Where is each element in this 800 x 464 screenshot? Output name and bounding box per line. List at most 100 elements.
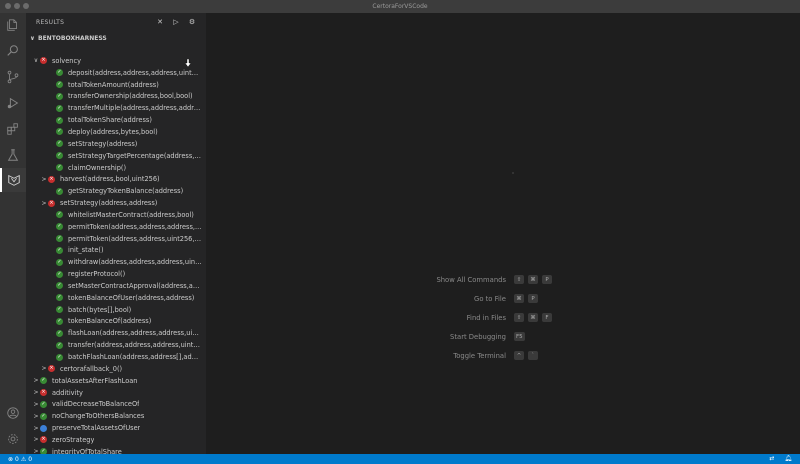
- tree-item[interactable]: > preserveTotalAssetsOfUser: [26, 422, 202, 434]
- tree-item[interactable]: > ✓ noChangeToOthersBalances: [26, 410, 202, 422]
- chevron-right-icon[interactable]: >: [32, 377, 40, 384]
- clear-results-icon[interactable]: ✕: [156, 18, 164, 26]
- chevron-right-icon[interactable]: >: [32, 425, 40, 432]
- tree-item[interactable]: ✓ totalTokenShare(address): [26, 114, 202, 126]
- tree-item[interactable]: ✓ deposit(address,address,address,uint2..…: [26, 67, 202, 79]
- tree-item[interactable]: ✓ claimOwnership(): [26, 162, 202, 174]
- tree-item-label: init_state(): [68, 246, 104, 255]
- check-icon: ✓: [56, 270, 63, 278]
- tree-item-label: permitToken(address,address,address,...: [68, 222, 202, 231]
- tree-item[interactable]: > × additivity: [26, 387, 202, 399]
- section-header[interactable]: ∨ BENTOBOXHARNESS: [26, 32, 206, 44]
- tree-item[interactable]: ✓ permitToken(address,address,uint256,u..…: [26, 233, 202, 245]
- window-controls[interactable]: [5, 3, 29, 9]
- explorer-icon[interactable]: [0, 13, 26, 37]
- close-window-button[interactable]: [5, 3, 11, 9]
- check-icon: ✓: [56, 353, 63, 361]
- error-count: 0: [15, 455, 19, 463]
- shortcut-command: Toggle Terminal: [453, 351, 506, 360]
- section-title: BENTOBOXHARNESS: [38, 34, 107, 42]
- tree-item-label: flashLoan(address,address,address,uin...: [68, 329, 202, 338]
- chevron-right-icon[interactable]: >: [40, 365, 48, 372]
- check-icon: ✓: [56, 140, 63, 148]
- tree-item[interactable]: > × harvest(address,bool,uint256): [26, 173, 202, 185]
- settings-gear-icon[interactable]: [0, 427, 26, 451]
- tree-item[interactable]: ✓ setStrategy(address): [26, 138, 202, 150]
- tree-item-label: permitToken(address,address,uint256,u...: [68, 234, 202, 243]
- extensions-icon[interactable]: [0, 117, 26, 141]
- tree-item[interactable]: ✓ batchFlashLoan(address,address[],add...: [26, 351, 202, 363]
- chevron-down-icon: ∨: [30, 34, 35, 42]
- tree-item[interactable]: ∨ × solvency: [26, 55, 202, 67]
- chevron-right-icon[interactable]: >: [32, 436, 40, 443]
- settings-icon[interactable]: ⚙: [188, 18, 196, 26]
- check-icon: ✓: [56, 329, 63, 337]
- chevron-right-icon[interactable]: >: [40, 176, 48, 183]
- search-icon[interactable]: [0, 39, 26, 63]
- keycap: ^: [514, 351, 524, 360]
- tree-item-label: additivity: [52, 388, 83, 397]
- check-icon: ✓: [56, 152, 63, 160]
- results-tree: ∨ × solvency ✓ deposit(address,address,addre…: [26, 55, 202, 464]
- tree-item[interactable]: > ✓ validDecreaseToBalanceOf: [26, 398, 202, 410]
- tree-item-label: harvest(address,bool,uint256): [60, 175, 160, 184]
- check-icon: ✓: [56, 211, 63, 219]
- editor-watermark: [512, 172, 514, 174]
- tree-item[interactable]: ✓ init_state(): [26, 245, 202, 257]
- maximize-window-button[interactable]: [23, 3, 29, 9]
- tree-item[interactable]: ✓ batch(bytes[],bool): [26, 304, 202, 316]
- tree-item-label: tokenBalanceOf(address): [68, 317, 152, 326]
- tree-item[interactable]: ✓ transferMultiple(address,address,addre.…: [26, 102, 202, 114]
- testing-icon[interactable]: [0, 143, 26, 167]
- error-icon: ×: [48, 199, 55, 207]
- check-icon: ✓: [56, 187, 63, 195]
- tree-item[interactable]: ✓ withdraw(address,address,address,uint..…: [26, 256, 202, 268]
- tree-item[interactable]: ✓ permitToken(address,address,address,...: [26, 221, 202, 233]
- check-icon: ✓: [56, 258, 63, 266]
- shortcut-command: Start Debugging: [450, 332, 506, 341]
- tree-item[interactable]: ✓ deploy(address,bytes,bool): [26, 126, 202, 138]
- warning-icon: ⚠: [20, 455, 27, 463]
- tree-item-label: tokenBalanceOfUser(address,address): [68, 293, 195, 302]
- shortcut-hints: Show All Commands ⇧ ⌘ P Go to File ⌘ P Find in …: [406, 270, 606, 365]
- tree-item[interactable]: ✓ transferOwnership(address,bool,bool): [26, 91, 202, 103]
- tree-item[interactable]: ✓ transfer(address,address,address,uint2.…: [26, 339, 202, 351]
- chevron-right-icon[interactable]: >: [40, 200, 48, 207]
- tree-item[interactable]: ✓ setStrategyTargetPercentage(address,u..…: [26, 150, 202, 162]
- chevron-right-icon[interactable]: >: [32, 401, 40, 408]
- tree-item[interactable]: ✓ totalTokenAmount(address): [26, 79, 202, 91]
- tree-item[interactable]: ✓ registerProtocol(): [26, 268, 202, 280]
- run-icon[interactable]: ▷: [172, 18, 180, 26]
- tree-item[interactable]: > × certorafallback_0(): [26, 363, 202, 375]
- notifications-bell-icon[interactable]: 🔔︎: [784, 455, 792, 462]
- tree-item[interactable]: > × setStrategy(address,address): [26, 197, 202, 209]
- chevron-right-icon[interactable]: >: [32, 413, 40, 420]
- tree-item-label: transferOwnership(address,bool,bool): [68, 92, 193, 101]
- tree-item-label: registerProtocol(): [68, 270, 126, 279]
- error-icon: ×: [48, 365, 55, 373]
- tree-item-label: zeroStrategy: [52, 435, 95, 444]
- tree-item[interactable]: > ✓ totalAssetsAfterFlashLoan: [26, 375, 202, 387]
- minimize-window-button[interactable]: [14, 3, 20, 9]
- certora-icon[interactable]: [0, 168, 26, 192]
- tree-item[interactable]: ✓ tokenBalanceOf(address): [26, 316, 202, 328]
- editor-area[interactable]: Show All Commands ⇧ ⌘ P Go to File ⌘ P Find in …: [206, 13, 800, 454]
- keycap: F: [542, 313, 552, 322]
- tree-item[interactable]: ✓ flashLoan(address,address,address,uin..…: [26, 327, 202, 339]
- tree-item[interactable]: ✓ tokenBalanceOfUser(address,address): [26, 292, 202, 304]
- tree-item[interactable]: ✓ setMasterContractApproval(address,add..…: [26, 280, 202, 292]
- tree-item[interactable]: ✓ whitelistMasterContract(address,bool): [26, 209, 202, 221]
- account-icon[interactable]: [0, 401, 26, 425]
- chevron-down-icon[interactable]: ∨: [32, 57, 40, 64]
- check-icon: ✓: [40, 400, 47, 408]
- chevron-right-icon[interactable]: >: [32, 389, 40, 396]
- results-sidebar: RESULTS ✕ ▷ ⚙ ∨ BENTOBOXHARNESS ∨ × solven…: [26, 13, 231, 464]
- live-share-icon[interactable]: ⇄: [769, 455, 774, 462]
- source-control-icon[interactable]: [0, 65, 26, 89]
- tree-item[interactable]: ✓ getStrategyTokenBalance(address): [26, 185, 202, 197]
- problems-indicator[interactable]: ⊗ 0 ⚠ 0: [8, 456, 32, 463]
- tree-item[interactable]: > × zeroStrategy: [26, 434, 202, 446]
- tree-item-label: setStrategy(address): [68, 139, 138, 148]
- shortcut-hint: Go to File ⌘ P: [406, 289, 606, 308]
- run-debug-icon[interactable]: [0, 91, 26, 115]
